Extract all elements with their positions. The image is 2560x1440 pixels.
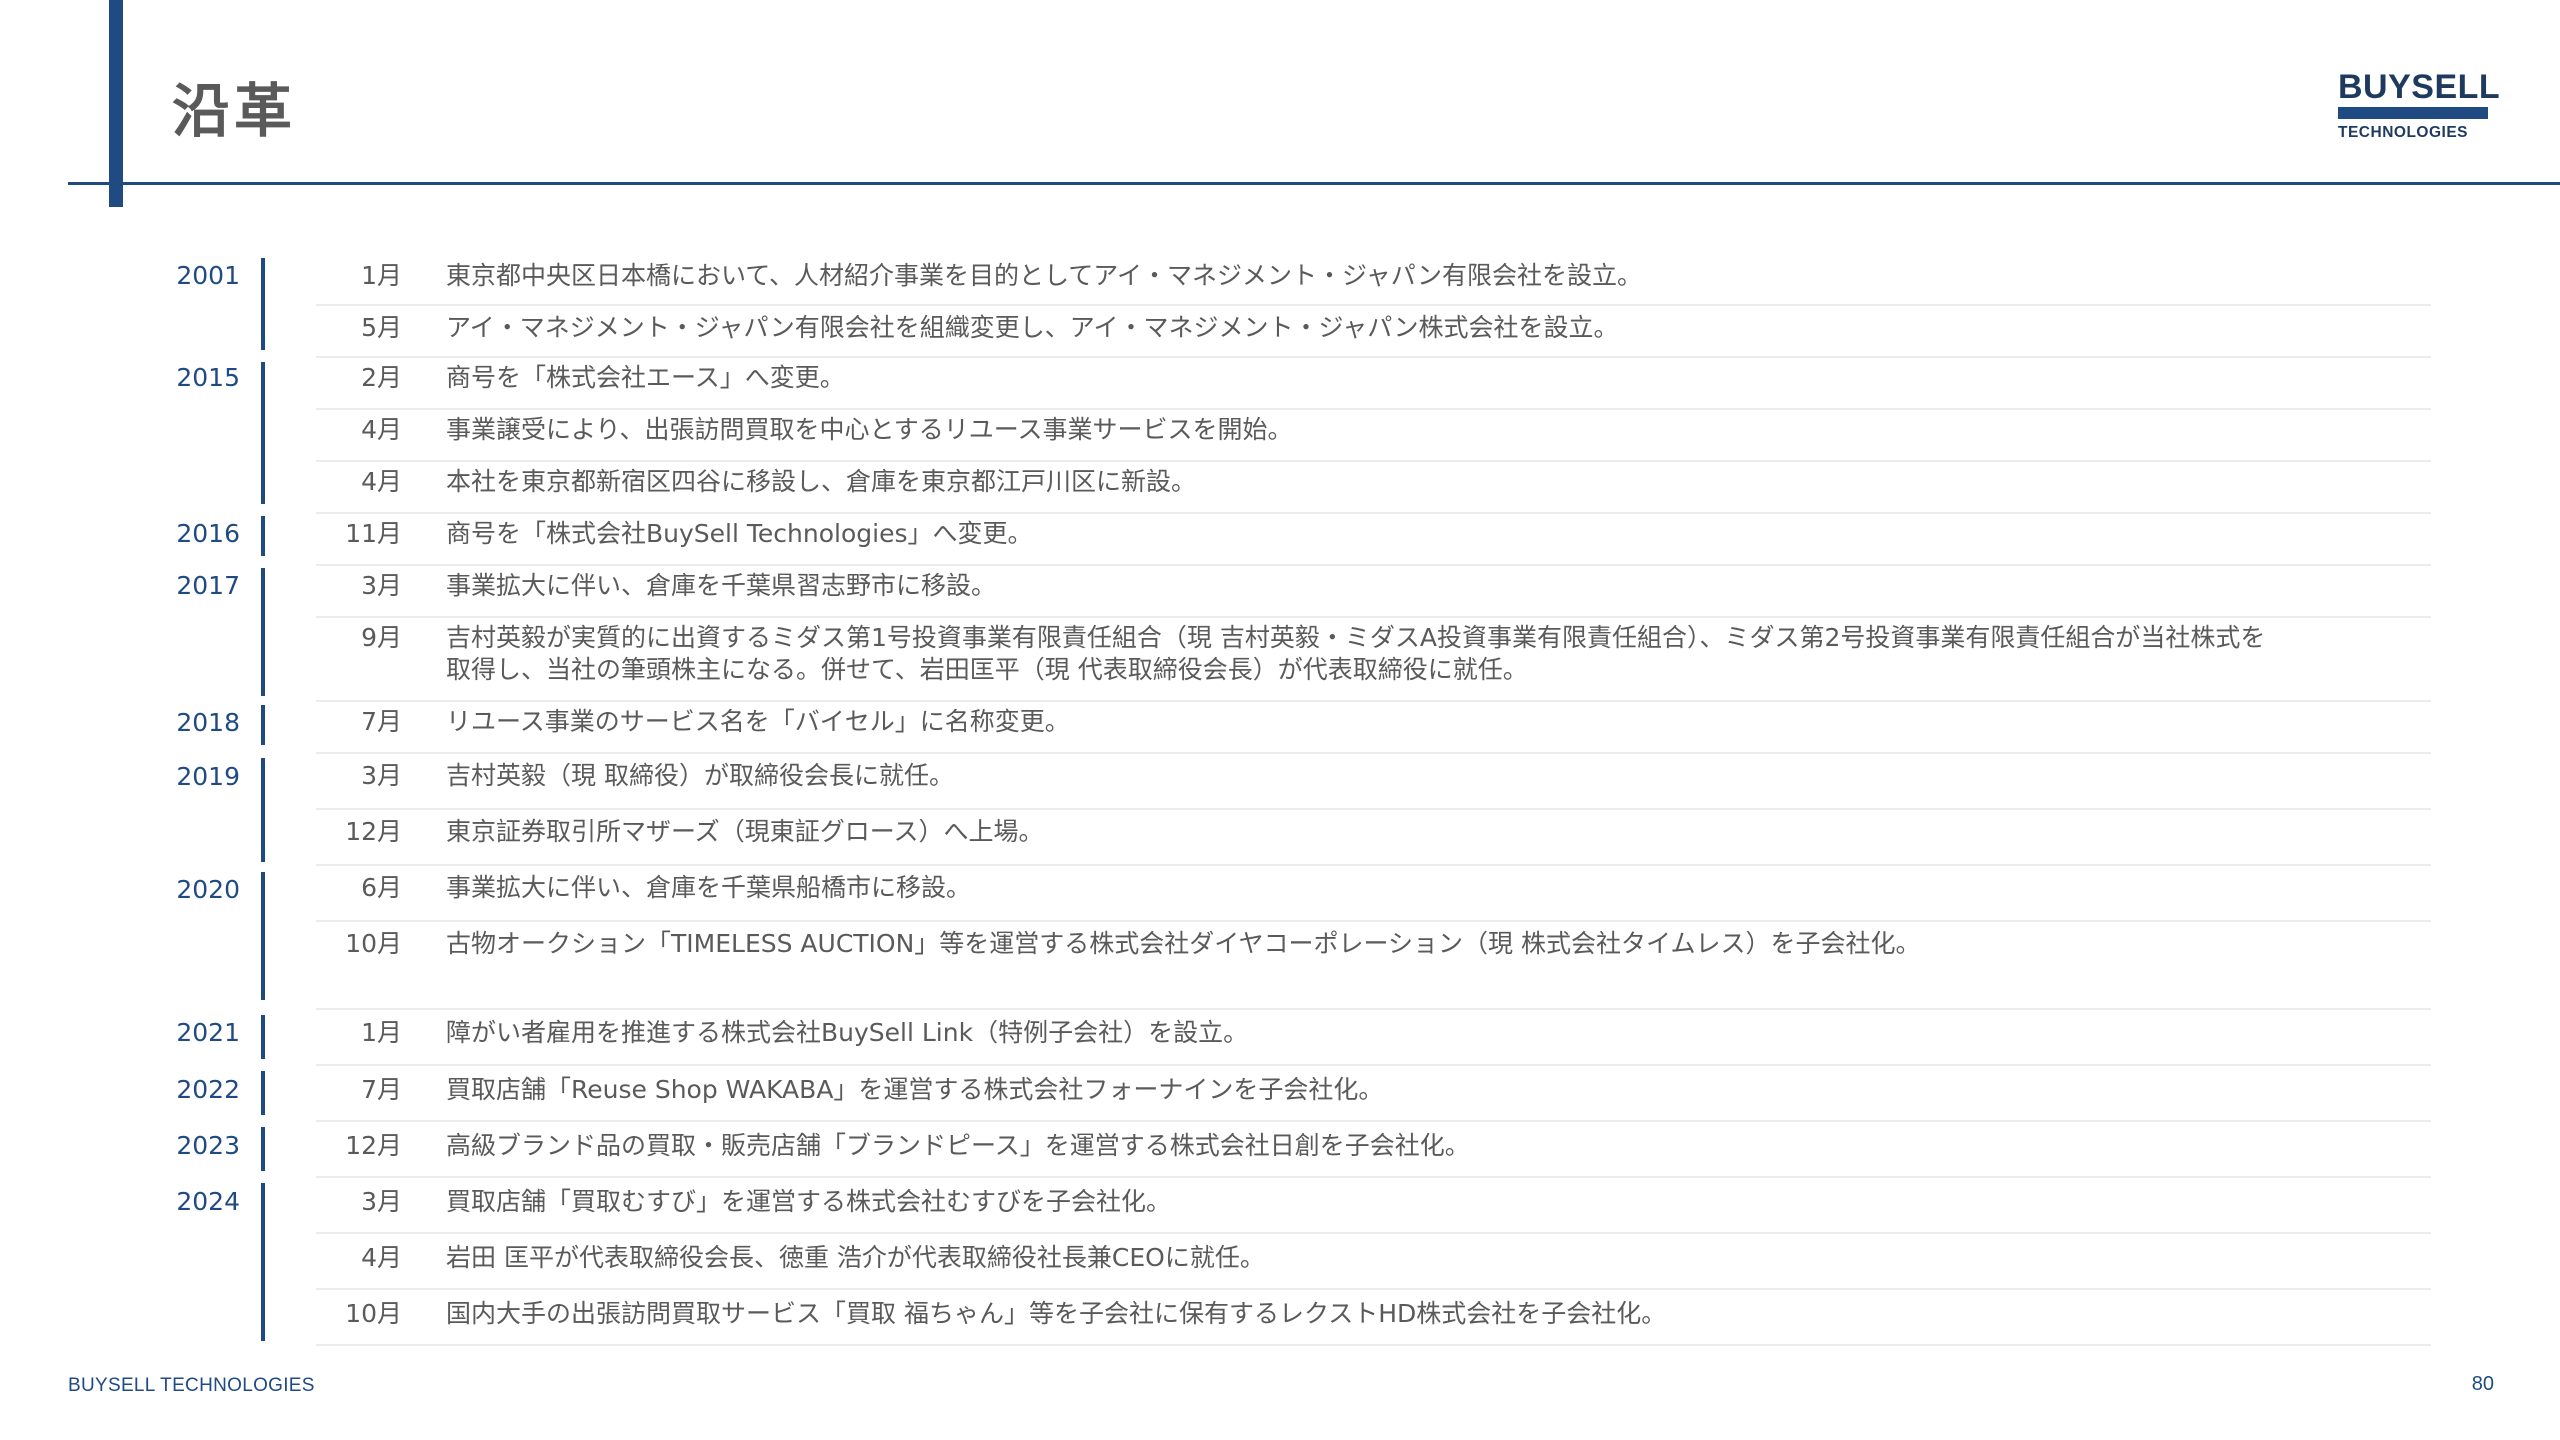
event-description: 事業譲受により、出張訪問買取を中心とするリユース事業サービスを開始。 xyxy=(446,415,1293,444)
event-description: 岩田 匡平が代表取締役会長、徳重 浩介が代表取締役社長兼CEOに就任。 xyxy=(446,1243,1265,1272)
year-label: 2022 xyxy=(176,1075,240,1104)
year-label: 2018 xyxy=(176,708,240,737)
year-bracket xyxy=(261,1127,265,1171)
year-bracket xyxy=(261,705,265,745)
timeline-row: 12月 東京証券取引所マザーズ（現東証グロース）へ上場。 xyxy=(316,808,2431,866)
timeline-row: 1月 障がい者雇用を推進する株式会社BuySell Link（特例子会社）を設立… xyxy=(316,1008,2431,1066)
timeline-row: 10月 古物オークション「TIMELESS AUCTION」等を運営する株式会社… xyxy=(316,920,2431,1010)
page-number: 80 xyxy=(2471,1373,2494,1395)
event-month: 10月 xyxy=(345,1299,402,1328)
timeline-row: 7月 リユース事業のサービス名を「バイセル」に名称変更。 xyxy=(316,700,2431,754)
event-month: 6月 xyxy=(361,873,402,902)
year-bracket xyxy=(261,1183,265,1341)
event-month: 3月 xyxy=(361,761,402,790)
event-description: 高級ブランド品の買取・販売店舗「ブランドピース」を運営する株式会社日創を子会社化… xyxy=(446,1131,1470,1160)
event-description: 東京証券取引所マザーズ（現東証グロース）へ上場。 xyxy=(446,817,1044,846)
timeline-row: 3月 事業拡大に伴い、倉庫を千葉県習志野市に移設。 xyxy=(316,564,2431,618)
event-month: 9月 xyxy=(361,623,402,652)
event-month: 11月 xyxy=(345,519,402,548)
year-bracket xyxy=(261,1015,265,1059)
year-bracket xyxy=(261,516,265,556)
event-description: 吉村英毅が実質的に出資するミダス第1号投資事業有限責任組合（現 吉村英毅・ミダス… xyxy=(446,623,2266,652)
event-description: 商号を「株式会社BuySell Technologies」へ変更。 xyxy=(446,519,1033,548)
event-description: 買取店舗「買取むすび」を運営する株式会社むすびを子会社化。 xyxy=(446,1187,1172,1216)
timeline-row: 3月 買取店舗「買取むすび」を運営する株式会社むすびを子会社化。 xyxy=(316,1176,2431,1234)
event-month: 3月 xyxy=(361,1187,402,1216)
year-bracket xyxy=(261,758,265,862)
year-label: 2024 xyxy=(176,1187,240,1216)
event-month: 2月 xyxy=(361,363,402,392)
event-description-continued: 取得し、当社の筆頭株主になる。併せて、岩田匡平（現 代表取締役会長）が代表取締役… xyxy=(446,655,1528,684)
event-month: 7月 xyxy=(361,707,402,736)
event-description: 国内大手の出張訪問買取サービス「買取 福ちゃん」等を子会社に保有するレクストHD… xyxy=(446,1299,1667,1328)
event-description: 吉村英毅（現 取締役）が取締役会長に就任。 xyxy=(446,761,954,790)
timeline-row: 4月 事業譲受により、出張訪問買取を中心とするリユース事業サービスを開始。 xyxy=(316,408,2431,462)
event-month: 4月 xyxy=(361,467,402,496)
timeline-row: 1月 東京都中央区日本橋において、人材紹介事業を目的としてアイ・マネジメント・ジ… xyxy=(316,252,2431,306)
year-bracket xyxy=(261,568,265,696)
event-month: 3月 xyxy=(361,571,402,600)
year-bracket xyxy=(261,1071,265,1115)
year-bracket xyxy=(261,872,265,1000)
timeline-row: 3月 吉村英毅（現 取締役）が取締役会長に就任。 xyxy=(316,752,2431,810)
year-label: 2016 xyxy=(176,519,240,548)
event-month: 4月 xyxy=(361,1243,402,1272)
event-description: 障がい者雇用を推進する株式会社BuySell Link（特例子会社）を設立。 xyxy=(446,1018,1249,1047)
year-bracket xyxy=(261,258,265,350)
event-description: 事業拡大に伴い、倉庫を千葉県習志野市に移設。 xyxy=(446,571,997,600)
event-month: 12月 xyxy=(345,1131,402,1160)
event-description: 商号を「株式会社エース」へ変更。 xyxy=(446,363,845,392)
year-label: 2019 xyxy=(176,762,240,791)
timeline-row: 10月 国内大手の出張訪問買取サービス「買取 福ちゃん」等を子会社に保有するレク… xyxy=(316,1288,2431,1346)
timeline-row: 7月 買取店舗「Reuse Shop WAKABA」を運営する株式会社フォーナイ… xyxy=(316,1064,2431,1122)
event-month: 7月 xyxy=(361,1075,402,1104)
event-description: 事業拡大に伴い、倉庫を千葉県船橋市に移設。 xyxy=(446,873,972,902)
timeline-row: 9月 吉村英毅が実質的に出資するミダス第1号投資事業有限責任組合（現 吉村英毅・… xyxy=(316,616,2431,702)
year-label: 2015 xyxy=(176,363,240,392)
event-description: リユース事業のサービス名を「バイセル」に名称変更。 xyxy=(446,707,1070,736)
year-label: 2023 xyxy=(176,1131,240,1160)
year-label: 2001 xyxy=(176,261,240,290)
event-month: 12月 xyxy=(345,817,402,846)
timeline-row: 11月 商号を「株式会社BuySell Technologies」へ変更。 xyxy=(316,512,2431,566)
event-description: アイ・マネジメント・ジャパン有限会社を組織変更し、アイ・マネジメント・ジャパン株… xyxy=(446,313,1619,342)
footer-brand: BUYSELL TECHNOLOGIES xyxy=(68,1375,315,1396)
event-description: 本社を東京都新宿区四谷に移設し、倉庫を東京都江戸川区に新設。 xyxy=(446,467,1197,496)
year-label: 2020 xyxy=(176,875,240,904)
timeline-row: 2月 商号を「株式会社エース」へ変更。 xyxy=(316,356,2431,410)
event-month: 5月 xyxy=(361,313,402,342)
year-label: 2017 xyxy=(176,571,240,600)
event-description: 買取店舗「Reuse Shop WAKABA」を運営する株式会社フォーナインを子… xyxy=(446,1075,1384,1104)
event-month: 1月 xyxy=(361,1018,402,1047)
timeline-row: 4月 本社を東京都新宿区四谷に移設し、倉庫を東京都江戸川区に新設。 xyxy=(316,460,2431,514)
timeline-row: 6月 事業拡大に伴い、倉庫を千葉県船橋市に移設。 xyxy=(316,864,2431,922)
event-month: 1月 xyxy=(361,261,402,290)
timeline-row: 5月 アイ・マネジメント・ジャパン有限会社を組織変更し、アイ・マネジメント・ジャ… xyxy=(316,304,2431,358)
year-bracket xyxy=(261,362,265,504)
timeline-row: 4月 岩田 匡平が代表取締役会長、徳重 浩介が代表取締役社長兼CEOに就任。 xyxy=(316,1232,2431,1290)
timeline-row: 12月 高級ブランド品の買取・販売店舗「ブランドピース」を運営する株式会社日創を… xyxy=(316,1120,2431,1178)
event-month: 4月 xyxy=(361,415,402,444)
history-timeline: 2001 2015 2016 2017 2018 2019 2020 2021 … xyxy=(0,0,2560,1440)
year-label: 2021 xyxy=(176,1018,240,1047)
event-month: 10月 xyxy=(345,929,402,958)
event-description: 古物オークション「TIMELESS AUCTION」等を運営する株式会社ダイヤコ… xyxy=(446,929,1921,958)
event-description: 東京都中央区日本橋において、人材紹介事業を目的としてアイ・マネジメント・ジャパン… xyxy=(446,261,1643,290)
